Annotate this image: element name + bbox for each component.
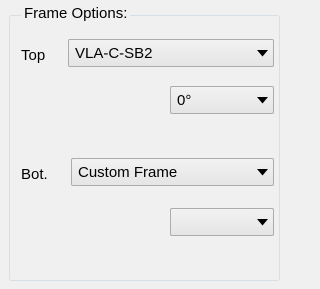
frame-options-panel: Frame Options: Top VLA-C-SB2 0° Bot. Cus… (0, 0, 288, 289)
top-frame-select[interactable]: VLA-C-SB2 (68, 39, 274, 67)
bottom-frame-value: Custom Frame (78, 163, 178, 181)
chevron-down-icon (251, 87, 273, 113)
bottom-angle-select[interactable] (170, 208, 274, 236)
bottom-label: Bot. (21, 166, 48, 183)
top-label: Top (21, 47, 46, 64)
bottom-frame-select[interactable]: Custom Frame (71, 158, 274, 186)
top-frame-value: VLA-C-SB2 (75, 44, 153, 62)
chevron-down-icon (251, 159, 273, 185)
top-angle-select[interactable]: 0° (170, 86, 274, 114)
chevron-down-icon (251, 40, 273, 66)
group-title: Frame Options: (21, 5, 131, 23)
chevron-down-icon (251, 209, 273, 235)
top-angle-value: 0° (177, 91, 192, 109)
